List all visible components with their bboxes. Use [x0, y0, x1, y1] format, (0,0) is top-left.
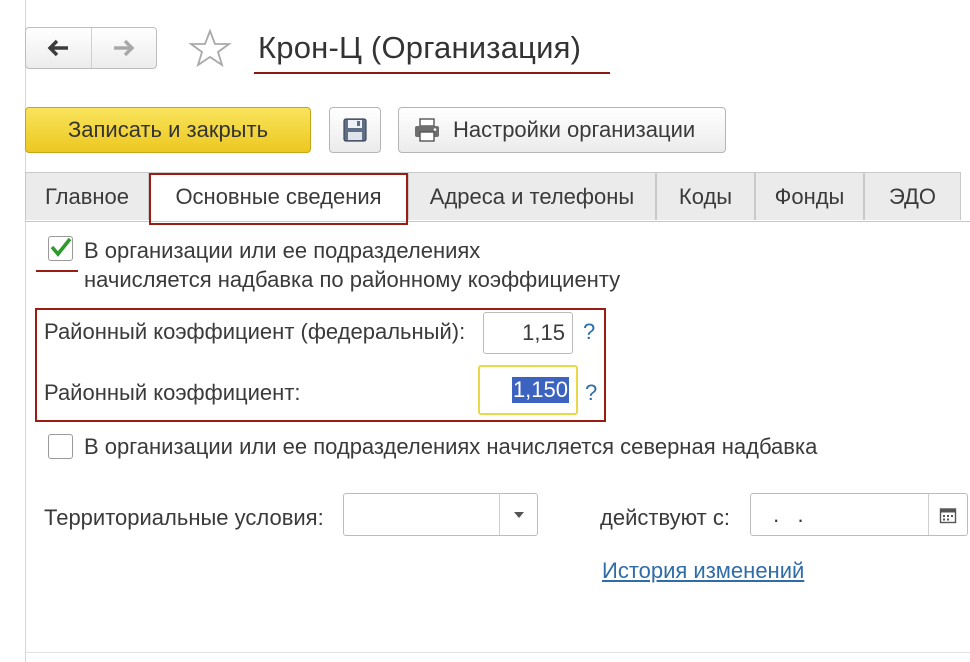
effective-from-label: действуют с: [600, 505, 730, 530]
tab-label: Главное [44, 183, 130, 209]
federal-coef-label: Районный коэффициент (федеральный): [44, 319, 466, 344]
organization-settings-label: Настройки организации [453, 117, 696, 142]
calendar-icon [939, 507, 957, 523]
checkmark-icon [50, 237, 72, 257]
tab-label: Фонды [774, 183, 845, 209]
dropdown-button[interactable] [499, 494, 537, 535]
regional-allowance-label-line1: В организации или ее подразделениях [84, 238, 481, 263]
coef-value: 1,150 [511, 377, 569, 403]
effective-date-input[interactable]: . . [750, 493, 968, 536]
territorial-conditions-select[interactable] [343, 493, 538, 536]
federal-coef-input[interactable]: 1,15 [483, 312, 573, 354]
federal-coef-help[interactable]: ? [583, 319, 595, 345]
save-and-close-label: Записать и закрыть [67, 117, 269, 142]
printer-icon [415, 118, 439, 142]
tab-funds[interactable]: Фонды [755, 172, 864, 220]
organization-settings-button[interactable]: Настройки организации [398, 107, 726, 153]
arrow-left-icon [47, 39, 69, 57]
favorite-button[interactable] [188, 28, 232, 68]
back-button[interactable] [26, 28, 91, 68]
window-left-border [25, 0, 26, 662]
tab-highlight-frame [149, 173, 408, 225]
tab-codes[interactable]: Коды [656, 172, 755, 220]
federal-coef-value: 1,15 [522, 320, 565, 345]
calendar-button[interactable] [928, 494, 967, 535]
tab-label: ЭДО [888, 183, 937, 209]
page-title: Крон-Ц (Организация) [258, 30, 582, 65]
coef-label: Районный коэффициент: [44, 380, 301, 405]
save-button[interactable] [329, 107, 381, 153]
floppy-disk-icon [343, 118, 367, 142]
effective-date-value: . . [765, 501, 806, 527]
arrow-right-icon [113, 39, 135, 57]
forward-button[interactable] [90, 28, 157, 68]
tab-label: Коды [678, 183, 733, 209]
tab-edo[interactable]: ЭДО [864, 172, 961, 220]
star-icon [188, 28, 232, 68]
chevron-down-icon [513, 511, 524, 518]
coef-help[interactable]: ? [585, 380, 597, 406]
northern-allowance-checkbox[interactable] [48, 434, 73, 459]
territorial-conditions-label: Территориальные условия: [44, 505, 324, 530]
tab-addresses-phones[interactable]: Адреса и телефоны [408, 172, 656, 220]
history-nav-group [25, 27, 157, 69]
coef-input[interactable]: 1,150 [478, 365, 578, 415]
northern-allowance-label: В организации или ее подразделениях начи… [84, 434, 818, 459]
regional-allowance-label-line2: начисляется надбавка по районному коэффи… [84, 267, 621, 292]
regional-allowance-checkbox[interactable] [48, 236, 73, 261]
tab-main[interactable]: Главное [25, 172, 149, 220]
checkbox-highlight-underline [36, 270, 78, 272]
title-underline [254, 72, 610, 74]
save-and-close-button[interactable]: Записать и закрыть [25, 107, 311, 153]
window-bottom-border [25, 652, 970, 653]
change-history-link[interactable]: История изменений [602, 558, 804, 584]
tab-label: Адреса и телефоны [429, 183, 635, 209]
